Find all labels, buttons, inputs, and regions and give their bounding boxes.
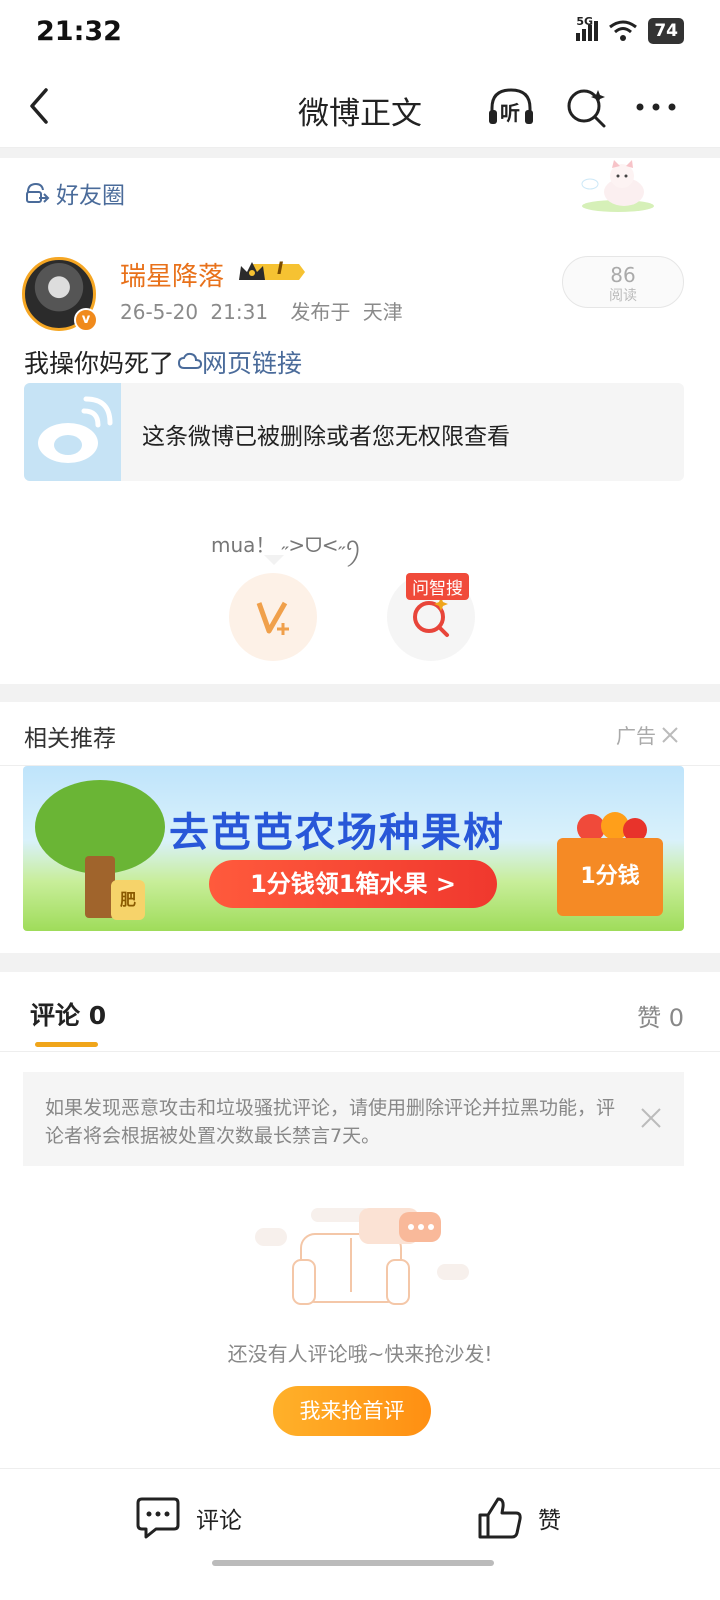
signal-icon: 5G — [576, 15, 599, 41]
listen-label: 听 — [500, 101, 520, 125]
first-comment-button[interactable]: 我来抢首评 — [273, 1386, 431, 1436]
section-title: 相关推荐 — [24, 726, 116, 752]
level-badge: I — [237, 258, 307, 286]
tab-comments[interactable]: 评论 0 — [30, 996, 106, 1032]
close-icon — [662, 726, 678, 743]
v-plus-icon — [256, 601, 289, 635]
tab-likes[interactable]: 赞 0 — [637, 998, 684, 1033]
read-count: 86 — [610, 263, 636, 287]
friends-circle-icon — [26, 182, 50, 203]
comment-notice: 如果发现恶意攻击和垃圾骚扰评论，请使用删除评论并拉黑功能，评论者将会根据被处置次… — [23, 1072, 684, 1166]
status-time: 21:32 — [36, 16, 122, 47]
post-content: 我操你妈死了 网页链接 — [24, 344, 302, 380]
like-button[interactable]: 赞 — [476, 1495, 561, 1541]
weibo-logo-icon — [24, 383, 121, 481]
visibility-label: 好友圈 — [56, 183, 125, 209]
post-location: 发布于 天津 — [290, 300, 403, 324]
ad-banner[interactable]: 肥 去芭芭农场种果树 1分钱领1箱水果 > 1分钱 — [23, 766, 684, 931]
tab-active-indicator — [35, 1042, 98, 1047]
status-icons: 5G 74 — [576, 15, 684, 44]
divider — [0, 148, 720, 158]
empty-comments-text: 还没有人评论哦~快来抢沙发! — [227, 1342, 493, 1366]
comment-button-label: 评论 — [196, 1508, 242, 1534]
cat-sticker-icon — [578, 158, 658, 214]
divider — [0, 953, 720, 972]
battery-indicator: 74 — [648, 18, 684, 44]
visibility-tag[interactable]: 好友圈 — [24, 176, 125, 210]
thumbs-up-icon — [478, 1497, 522, 1539]
web-link[interactable]: 网页链接 — [178, 344, 302, 380]
comment-bubble-icon — [136, 1497, 180, 1539]
read-count-pill: 86 阅读 — [562, 256, 684, 308]
divider — [0, 684, 720, 702]
verified-badge-icon: v — [74, 308, 98, 332]
smart-search-badge: 问智搜 — [406, 573, 469, 600]
bubble-tail-icon — [264, 555, 284, 565]
web-link-label: 网页链接 — [202, 349, 303, 378]
vplus-button[interactable] — [229, 573, 317, 661]
page-title: 微博正文 — [298, 96, 422, 132]
ad-dismiss[interactable]: 广告 — [616, 720, 680, 749]
comment-tabs: 评论 0 赞 0 — [0, 972, 720, 1052]
post-timestamp: 26-5-20 21:31 — [120, 300, 269, 324]
notice-text: 如果发现恶意攻击和垃圾骚扰评论，请使用删除评论并拉黑功能，评论者将会根据被处置次… — [45, 1097, 616, 1147]
fruit-icon — [571, 802, 651, 842]
comment-button[interactable]: 评论 — [134, 1495, 242, 1541]
status-bar: 21:32 5G 74 — [0, 0, 720, 66]
banner-title: 去芭芭农场种果树 — [169, 810, 505, 856]
ad-label: 广告 — [616, 724, 656, 748]
link-cloud-icon — [178, 352, 203, 369]
smart-search-icon[interactable] — [562, 84, 612, 130]
post-meta: 26-5-20 21:31 发布于 天津 — [120, 296, 403, 325]
close-icon[interactable] — [639, 1106, 663, 1130]
post-text: 我操你妈死了 — [24, 349, 175, 378]
listen-button[interactable]: 听 — [486, 84, 536, 130]
more-options-icon[interactable] — [632, 84, 682, 130]
level-number: I — [277, 259, 284, 279]
like-button-label: 赞 — [538, 1508, 561, 1534]
deleted-repost-card[interactable]: 这条微博已被删除或者您无权限查看 — [24, 383, 684, 481]
network-label: 5G — [576, 15, 594, 28]
card-message: 这条微博已被删除或者您无权限查看 — [142, 424, 510, 450]
crown-icon — [239, 262, 305, 280]
bottom-action-bar: 评论 赞 — [0, 1468, 720, 1600]
top-nav-bar: 微博正文 听 — [0, 66, 720, 148]
home-indicator[interactable] — [212, 1560, 494, 1566]
fruit-basket: 1分钱 — [557, 838, 663, 916]
username[interactable]: 瑞星降落 — [120, 256, 224, 293]
read-label: 阅读 — [609, 288, 637, 304]
wifi-icon — [609, 20, 638, 41]
sofa-illustration-icon — [255, 1208, 469, 1305]
reaction-bubble: mua！ ˶>ᗜ<˶ꪆ — [207, 524, 366, 570]
banner-cta-button[interactable]: 1分钱领1箱水果 > — [209, 860, 497, 908]
fertilizer-bag: 肥 — [111, 880, 145, 920]
